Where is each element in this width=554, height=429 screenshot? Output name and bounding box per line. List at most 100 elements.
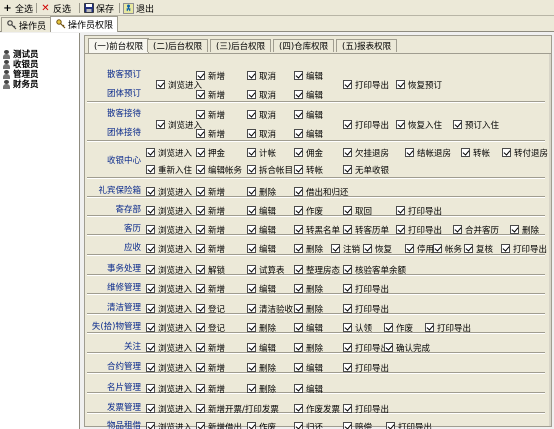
permission-checkbox[interactable]: 打印导出 — [343, 119, 389, 131]
permission-checkbox[interactable]: 核验客单余额 — [343, 264, 406, 276]
permission-checkbox[interactable]: 打印导出 — [501, 243, 547, 255]
permission-checkbox[interactable]: 佣金 — [294, 147, 323, 159]
permission-checkbox[interactable]: 浏览进入 — [146, 322, 192, 334]
permission-checkbox[interactable]: 新增 — [196, 70, 225, 82]
permission-checkbox[interactable]: 编辑 — [294, 362, 323, 374]
permission-checkbox[interactable]: 作废 — [384, 322, 413, 334]
permission-checkbox[interactable]: 删除 — [294, 283, 323, 295]
permission-checkbox[interactable]: 新增 — [196, 383, 225, 395]
permission-checkbox[interactable]: 打印导出 — [343, 342, 389, 354]
select-all-button[interactable]: + 全选 — [2, 1, 33, 15]
permission-checkbox[interactable]: 试算表 — [247, 264, 285, 276]
permission-checkbox[interactable]: 转帐 — [461, 147, 490, 159]
permission-checkbox[interactable]: 浏览进入 — [146, 342, 192, 354]
permission-checkbox[interactable]: 编辑 — [294, 89, 323, 101]
permission-checkbox[interactable]: 编辑 — [294, 383, 323, 395]
permission-checkbox[interactable]: 编辑 — [294, 70, 323, 82]
permission-checkbox[interactable]: 浏览进入 — [146, 264, 192, 276]
permission-checkbox[interactable]: 编辑 — [247, 342, 276, 354]
permission-checkbox[interactable]: 取回 — [343, 205, 372, 217]
permission-checkbox[interactable]: 转帐 — [294, 164, 323, 176]
permission-checkbox[interactable]: 恢复入住 — [396, 119, 442, 131]
tree-item-finance[interactable]: 财务员 — [2, 79, 39, 90]
permission-checkbox[interactable]: 编辑 — [247, 243, 276, 255]
permission-checkbox[interactable]: 作废发票 — [294, 403, 340, 415]
permission-checkbox[interactable]: 新增借出 — [196, 421, 242, 429]
vertical-scrollbar[interactable] — [549, 54, 551, 426]
permission-checkbox[interactable]: 认领 — [343, 322, 372, 334]
tab-report-permissions[interactable]: (五)报表权限 — [336, 39, 398, 52]
permission-checkbox[interactable]: 打印导出 — [343, 303, 389, 315]
permission-checkbox[interactable]: 重新入住 — [146, 164, 192, 176]
permission-checkbox[interactable]: 浏览进入 — [146, 303, 192, 315]
permission-checkbox[interactable]: 删除 — [510, 224, 539, 236]
permission-checkbox[interactable]: 打印导出 — [425, 322, 471, 334]
permission-checkbox[interactable]: 新增 — [196, 89, 225, 101]
permission-checkbox[interactable]: 浏览进入 — [146, 186, 192, 198]
permission-checkbox[interactable]: 新增 — [196, 283, 225, 295]
permission-checkbox[interactable]: 计帐 — [247, 147, 276, 159]
permission-checkbox[interactable]: 新增 — [196, 128, 225, 140]
permission-checkbox[interactable]: 预订入住 — [453, 119, 499, 131]
permission-checkbox[interactable]: 无单收银 — [343, 164, 389, 176]
permission-checkbox[interactable]: 浏览进入 — [146, 421, 192, 429]
permission-checkbox[interactable]: 清洁验收 — [247, 303, 293, 315]
permission-checkbox[interactable]: 打印导出 — [396, 224, 442, 236]
permission-checkbox[interactable]: 删除 — [247, 383, 276, 395]
tab-backoffice-permissions-3[interactable]: (三)后台权限 — [210, 39, 272, 52]
permission-checkbox[interactable]: 浏览进入 — [146, 205, 192, 217]
permission-checkbox[interactable]: 拆合帐目 — [247, 164, 293, 176]
permission-checkbox[interactable]: 新增 — [196, 342, 225, 354]
permission-checkbox[interactable]: 登记 — [196, 303, 225, 315]
permission-checkbox[interactable]: 新增 — [196, 186, 225, 198]
permission-checkbox[interactable]: 浏览进入 — [146, 362, 192, 374]
tab-backoffice-permissions-2[interactable]: (二)后台权限 — [147, 39, 209, 52]
permission-checkbox[interactable]: 删除 — [247, 322, 276, 334]
permission-checkbox[interactable]: 打印导出 — [386, 421, 432, 429]
permission-checkbox[interactable]: 编辑帐务 — [196, 164, 242, 176]
permission-checkbox[interactable]: 取消 — [247, 89, 276, 101]
permission-checkbox[interactable]: 编辑 — [294, 322, 323, 334]
permission-checkbox[interactable]: 编辑 — [247, 224, 276, 236]
permission-checkbox[interactable]: 打印导出 — [396, 205, 442, 217]
permission-checkbox[interactable]: 整理房态 — [294, 264, 340, 276]
permission-checkbox[interactable]: 打印导出 — [343, 283, 389, 295]
permission-checkbox[interactable]: 浏览进入 — [146, 383, 192, 395]
permission-checkbox[interactable]: 转客历单 — [343, 224, 389, 236]
permission-checkbox[interactable]: 取消 — [247, 70, 276, 82]
permission-checkbox[interactable]: 新增 — [196, 109, 225, 121]
permission-checkbox[interactable]: 浏览进入 — [146, 224, 192, 236]
permission-checkbox[interactable]: 借出和归还 — [294, 186, 349, 198]
permission-checkbox[interactable]: 登记 — [196, 322, 225, 334]
permission-checkbox[interactable]: 编辑 — [247, 283, 276, 295]
permission-checkbox[interactable]: 帐务 — [433, 243, 462, 255]
permission-checkbox[interactable]: 删除 — [294, 303, 323, 315]
permission-checkbox[interactable]: 删除 — [294, 342, 323, 354]
save-button[interactable]: 保存 — [83, 1, 114, 15]
permission-checkbox[interactable]: 转黑名单 — [294, 224, 340, 236]
permission-checkbox[interactable]: 删除 — [247, 186, 276, 198]
permission-checkbox[interactable]: 浏览进入 — [146, 243, 192, 255]
permission-checkbox[interactable]: 删除 — [294, 243, 323, 255]
permission-checkbox[interactable]: 赔偿 — [343, 421, 372, 429]
permission-checkbox[interactable]: 新增开票/打印发票 — [196, 403, 279, 415]
tab-operator-permissions[interactable]: 操作员权限 — [50, 16, 119, 32]
permission-checkbox[interactable]: 注销 — [331, 243, 360, 255]
permission-checkbox[interactable]: 编辑 — [247, 205, 276, 217]
permission-checkbox[interactable]: 打印导出 — [343, 362, 389, 374]
permission-checkbox[interactable]: 复核 — [464, 243, 493, 255]
permission-checkbox[interactable]: 浏览进入 — [146, 283, 192, 295]
permission-checkbox[interactable]: 结帐退房 — [405, 147, 451, 159]
permission-checkbox[interactable]: 合并客历 — [453, 224, 499, 236]
permission-checkbox[interactable]: 打印导出 — [343, 403, 389, 415]
permission-checkbox[interactable]: 恢复预订 — [396, 79, 442, 91]
permission-checkbox[interactable]: 取消 — [247, 128, 276, 140]
exit-button[interactable]: 退出 — [123, 1, 154, 15]
permission-checkbox[interactable]: 作废 — [294, 205, 323, 217]
permission-checkbox[interactable]: 取消 — [247, 109, 276, 121]
tab-operator[interactable]: 操作员 — [1, 17, 52, 32]
permission-checkbox[interactable]: 恢复 — [363, 243, 392, 255]
invert-select-button[interactable]: ✕ 反选 — [40, 1, 71, 15]
permission-checkbox[interactable]: 浏览进入 — [146, 403, 192, 415]
permission-checkbox[interactable]: 归还 — [294, 421, 323, 429]
